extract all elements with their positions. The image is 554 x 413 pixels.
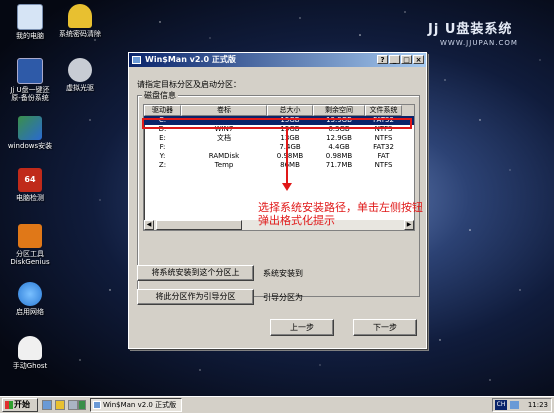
quicklaunch-tool-icon[interactable]: [78, 400, 86, 410]
system-tray: CH 11:23: [492, 398, 552, 412]
list-header: 驱动器 卷标 总大小 剩余空间 文件系统: [144, 105, 414, 116]
prev-step-button[interactable]: 上一步: [270, 319, 334, 336]
desktop-icon-network[interactable]: 启用网络: [0, 282, 62, 316]
desktop-icon-diskgenius[interactable]: 分区工具 DiskGenius: [0, 224, 62, 266]
cpu-check-icon: 64: [18, 168, 42, 192]
taskbar: 开始 Win$Man v2.0 正式版 CH 11:23: [0, 396, 554, 413]
brand-name: Jj U盘装系统: [428, 22, 513, 37]
desktop-icon-password-clear[interactable]: 系统密码清除: [48, 4, 112, 38]
cell-total: 7.4GB: [279, 143, 301, 151]
help-button[interactable]: ?: [377, 55, 388, 64]
cell-label: 文档: [217, 134, 231, 142]
table-row[interactable]: Y: RAMDisk 0.98MB 0.98MB FAT: [144, 152, 414, 161]
key-icon: [68, 4, 92, 28]
cell-drive: E:: [159, 134, 166, 142]
cell-free: 4.4GB: [328, 143, 350, 151]
selected-partition-highlight: [142, 118, 412, 129]
desktop-icon-pc-check[interactable]: 64 电脑检测: [0, 168, 62, 202]
start-label: 开始: [14, 400, 30, 409]
cell-fs: FAT32: [373, 143, 394, 151]
window-title: Win$Man v2.0 正式版: [145, 55, 236, 64]
desktop-icon-virtual-drive[interactable]: 虚拟光驱: [48, 58, 112, 92]
cell-total: 0.98MB: [276, 152, 304, 160]
start-button[interactable]: 开始: [2, 398, 38, 412]
desktop-icon-label: 系统密码清除: [59, 30, 101, 38]
taskbar-item-label: Win$Man v2.0 正式版: [103, 401, 177, 409]
desktop-icon-windows-install[interactable]: windows安装: [0, 116, 62, 150]
cell-total: 13GB: [280, 134, 300, 142]
column-header-label[interactable]: 卷标: [181, 105, 267, 116]
cell-free: 0.98MB: [325, 152, 353, 160]
cell-fs: FAT: [377, 152, 390, 160]
column-header-total[interactable]: 总大小: [267, 105, 313, 116]
cell-total: 86MB: [280, 161, 300, 169]
app-icon: [132, 56, 141, 64]
cell-label: RAMDisk: [208, 152, 240, 160]
cell-free: 12.9GB: [326, 134, 352, 142]
scroll-thumb[interactable]: [156, 220, 242, 230]
window-titlebar[interactable]: Win$Man v2.0 正式版 ? _ □ ×: [129, 53, 426, 67]
desktop-icon-label: 启用网络: [16, 308, 44, 316]
table-row[interactable]: F: 7.4GB 4.4GB FAT32: [144, 143, 414, 152]
ghost-icon: [18, 336, 42, 360]
maximize-button[interactable]: □: [401, 55, 412, 64]
cell-drive: Y:: [159, 152, 166, 160]
brand-url: WWW.JJUPAN.COM: [440, 39, 518, 47]
cell-drive: Z:: [158, 161, 167, 169]
windows-install-icon: [18, 116, 42, 140]
table-row[interactable]: E: 文档 13GB 12.9GB NTFS: [144, 134, 414, 143]
desktop-icon-label: 虚拟光驱: [66, 84, 94, 92]
my-computer-icon: [17, 4, 43, 30]
quicklaunch-computer-icon[interactable]: [68, 400, 78, 410]
virtual-drive-icon: [68, 58, 92, 82]
ime-indicator[interactable]: CH: [495, 400, 507, 410]
cell-fs: NTFS: [374, 134, 393, 142]
app-icon: [93, 401, 101, 409]
desktop-icon-ghost[interactable]: 手动Ghost: [0, 336, 62, 370]
cell-label: [181, 143, 267, 152]
cell-free: 71.7MB: [325, 161, 353, 169]
taskbar-item-winsman[interactable]: Win$Man v2.0 正式版: [90, 398, 182, 412]
column-header-fs[interactable]: 文件系统: [365, 105, 402, 116]
minimize-button[interactable]: _: [389, 55, 400, 64]
cell-fs: NTFS: [374, 161, 393, 169]
group-title: 磁盘信息: [142, 90, 178, 101]
quicklaunch-explorer-icon[interactable]: [55, 400, 65, 410]
quicklaunch-desktop-icon[interactable]: [42, 400, 52, 410]
column-header-drive[interactable]: 驱动器: [144, 105, 181, 116]
column-header-free[interactable]: 剩余空间: [313, 105, 365, 116]
prompt-text: 请指定目标分区及启动分区：: [137, 80, 241, 89]
close-button[interactable]: ×: [413, 55, 424, 64]
annotation-arrow: [286, 129, 288, 184]
install-to-partition-button[interactable]: 将系统安装到这个分区上: [137, 265, 254, 281]
cell-label: Temp: [214, 161, 234, 169]
diskgenius-icon: [18, 224, 42, 248]
table-row[interactable]: Z: Temp 86MB 71.7MB NTFS: [144, 161, 414, 170]
network-icon: [18, 282, 42, 306]
desktop-icon-label: 电脑检测: [16, 194, 44, 202]
network-tray-icon[interactable]: [510, 401, 519, 409]
annotation-text: 选择系统安装路径，单击左侧按钮 弹出格式化提示: [258, 201, 423, 227]
desktop-icon-label: 分区工具 DiskGenius: [10, 250, 50, 266]
install-target-label: 系统安装到: [263, 269, 303, 278]
desktop-icon-label: windows安装: [7, 142, 53, 150]
scroll-left-button[interactable]: ◀: [144, 220, 154, 230]
backup-icon: [17, 58, 43, 84]
clock[interactable]: 11:23: [528, 399, 548, 411]
desktop-icon-label: 手动Ghost: [12, 362, 48, 370]
boot-partition-label: 引导分区为: [263, 293, 303, 302]
brand-logo: Jj U盘装系统 WWW.JJUPAN.COM: [428, 18, 518, 47]
windows-logo-icon: [5, 401, 13, 409]
set-boot-partition-button[interactable]: 将此分区作为引导分区: [137, 289, 254, 305]
next-step-button[interactable]: 下一步: [353, 319, 417, 336]
cell-drive: F:: [159, 143, 166, 151]
annotation-arrow-head: [282, 183, 292, 191]
